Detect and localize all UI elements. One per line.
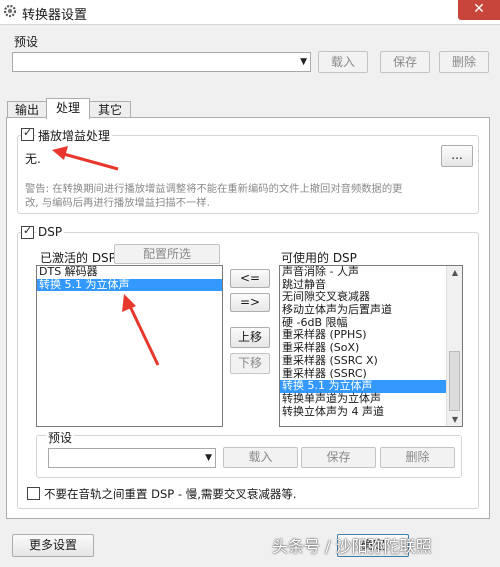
preset-save-button[interactable]: 保存: [380, 51, 430, 73]
check-icon: ✓: [23, 126, 33, 139]
available-list-scrollbar[interactable]: ▲ ▼: [446, 266, 462, 426]
active-dsp-list[interactable]: DTS 解码器 转换 5.1 为立体声: [36, 265, 223, 427]
dsp-checkbox[interactable]: ✓: [21, 224, 34, 239]
list-item[interactable]: 重采样器 (SoX): [280, 341, 462, 355]
active-dsp-label: 已激活的 DSP: [40, 251, 116, 265]
replaygain-warning-line2: 改, 与编码后再进行播放增益扫描不一样.: [25, 197, 210, 209]
available-dsp-list[interactable]: 声音消除 - 人声 跳过静音 无间隙交叉衰减器 移动立体声为后置声道 硬 -6d…: [279, 265, 463, 427]
replaygain-checkbox[interactable]: ✓: [21, 126, 34, 141]
move-down-button[interactable]: 下移: [230, 353, 270, 374]
preset-load-button[interactable]: 载入: [318, 51, 368, 73]
dsp-preset-delete-button[interactable]: 删除: [380, 447, 455, 468]
list-item[interactable]: 移动立体声为后置声道: [280, 303, 462, 317]
dsp-label: DSP: [36, 225, 65, 239]
scrollbar-thumb[interactable]: [449, 351, 460, 411]
gear-icon: [3, 4, 17, 18]
check-icon: ✓: [23, 224, 33, 237]
tab-processing[interactable]: 处理: [46, 98, 90, 119]
list-item[interactable]: 转换 5.1 为立体声: [280, 379, 462, 393]
tab-other[interactable]: 其它: [89, 101, 131, 118]
move-up-button[interactable]: 上移: [230, 327, 270, 348]
available-dsp-label: 可使用的 DSP: [281, 251, 357, 265]
replaygain-value: 无.: [25, 152, 41, 166]
chevron-down-icon: ▼: [300, 57, 307, 67]
list-item[interactable]: 重采样器 (SSRC X): [280, 354, 462, 368]
more-settings-button[interactable]: 更多设置: [12, 534, 94, 557]
no-reset-dsp-label: 不要在音轨之间重置 DSP - 慢,需要交叉衰减器等.: [44, 487, 297, 501]
replaygain-warning-line1: 警告: 在转换期间进行播放增益调整将不能在重新编码的文件上撤回对音频数据的更: [25, 183, 403, 195]
list-item[interactable]: 声音消除 - 人声: [280, 266, 462, 279]
remove-dsp-button[interactable]: =>: [230, 293, 270, 312]
replaygain-label: 播放增益处理: [36, 127, 113, 144]
title-bar[interactable]: 转换器设置 ✕: [0, 0, 500, 25]
dsp-preset-label: 预设: [46, 429, 75, 446]
configure-selected-button[interactable]: 配置所选: [114, 244, 220, 264]
scroll-up-icon[interactable]: ▲: [447, 268, 462, 277]
list-item[interactable]: 转换单声道为立体声: [280, 392, 462, 406]
list-item[interactable]: 转换立体声为 4 声道: [280, 405, 462, 419]
close-button[interactable]: ✕: [458, 0, 500, 20]
tab-output[interactable]: 输出: [7, 101, 47, 118]
dsp-preset-save-button[interactable]: 保存: [301, 447, 376, 468]
chevron-down-icon: ▼: [205, 453, 212, 463]
no-reset-dsp-checkbox[interactable]: [27, 487, 40, 500]
add-dsp-button[interactable]: <=: [230, 269, 270, 288]
window-title: 转换器设置: [22, 8, 88, 23]
preset-label: 预设: [14, 35, 39, 49]
preset-combo[interactable]: ▼: [12, 52, 311, 72]
preset-delete-button[interactable]: 删除: [439, 51, 489, 73]
close-icon: ✕: [473, 1, 485, 17]
list-item[interactable]: 转换 5.1 为立体声: [37, 278, 222, 292]
dsp-preset-load-button[interactable]: 载入: [223, 447, 298, 468]
watermark: 头条号 / 沙阳弥陀联照: [272, 537, 432, 556]
list-item[interactable]: DTS 解码器: [37, 266, 222, 279]
dsp-preset-combo[interactable]: ▼: [48, 448, 216, 468]
replaygain-browse-button[interactable]: ...: [441, 145, 473, 167]
scroll-down-icon[interactable]: ▼: [447, 415, 462, 424]
